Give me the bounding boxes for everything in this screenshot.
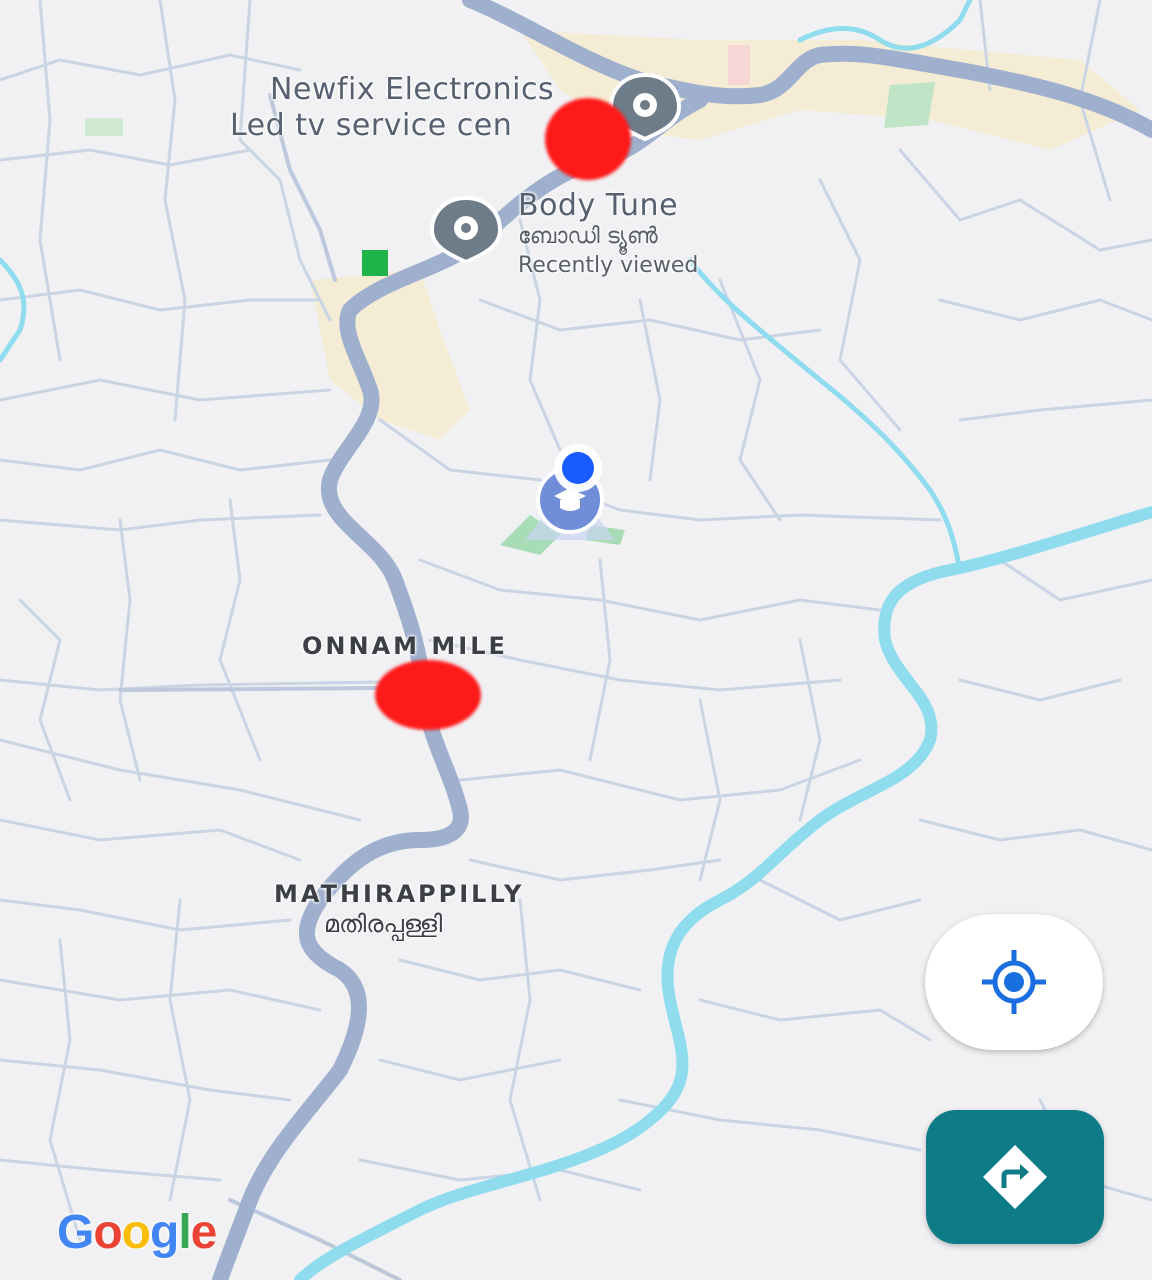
directions-icon [983,1145,1047,1209]
my-location-button[interactable] [925,914,1103,1050]
my-location-icon [982,950,1046,1014]
green-marker[interactable] [362,250,388,276]
place-label-mathirappilly: MATHIRAPPILLY [274,880,525,908]
poi-label-body-tune[interactable]: Body Tune [518,188,678,223]
redaction-mark [375,660,481,730]
poi-label-body-tune-ml: ബോഡി ട്യൂൺ [518,224,658,249]
poi-label-newfix-line2[interactable]: Led tv service cen [230,108,512,143]
place-label-mathirappilly-ml: മതിരപ്പള്ളി [324,910,443,938]
current-location-dot [554,444,602,492]
google-logo: Google [57,1205,217,1260]
redaction-mark [545,98,631,180]
directions-button[interactable] [926,1110,1104,1244]
attribution-text: Google [57,1206,217,1259]
poi-label-newfix-line1[interactable]: Newfix Electronics [270,72,554,107]
place-label-onnam-mile: ONNAM MILE [302,632,508,660]
poi-recently-viewed: Recently viewed [518,253,699,278]
